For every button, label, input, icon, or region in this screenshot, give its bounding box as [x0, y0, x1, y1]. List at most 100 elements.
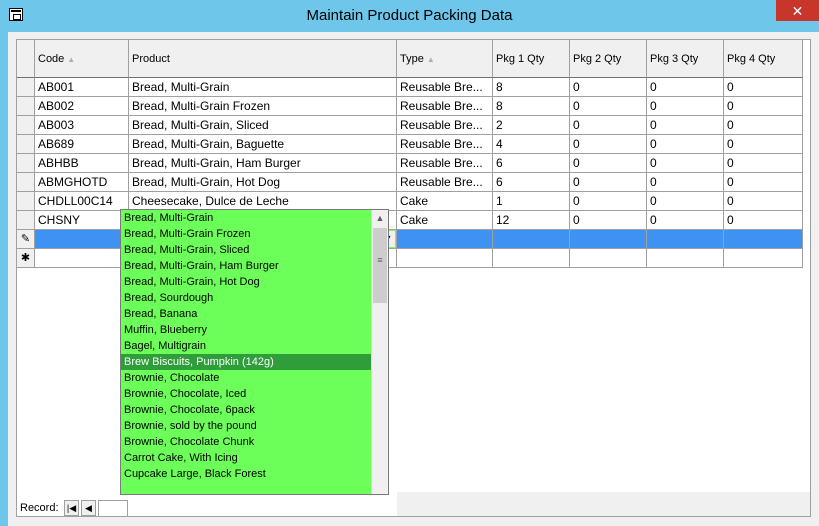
column-header-pkg1[interactable]: Pkg 1 Qty [493, 40, 570, 78]
cell-pkg4[interactable]: 0 [724, 154, 803, 173]
column-header-pkg2[interactable]: Pkg 2 Qty [570, 40, 647, 78]
cell-product[interactable]: Bread, Multi-Grain [129, 78, 397, 97]
row-selector[interactable] [17, 97, 35, 116]
row-selector[interactable] [17, 154, 35, 173]
cell-code[interactable]: AB001 [35, 78, 129, 97]
cell-pkg2[interactable] [570, 230, 647, 249]
cell-pkg1[interactable]: 1 [493, 192, 570, 211]
dropdown-scrollbar[interactable]: ▲ ≡ [371, 210, 388, 494]
dropdown-option[interactable]: Bread, Multi-Grain, Ham Burger [121, 258, 372, 274]
cell-pkg1[interactable]: 4 [493, 135, 570, 154]
table-row[interactable]: ABMGHOTD Bread, Multi-Grain, Hot Dog Reusa… [17, 173, 803, 192]
column-header-pkg4[interactable]: Pkg 4 Qty [724, 40, 803, 78]
close-button[interactable]: ✕ [776, 0, 819, 21]
cell-type[interactable] [397, 249, 493, 268]
dropdown-option[interactable]: Bread, Multi-Grain, Sliced [121, 242, 372, 258]
cell-pkg2[interactable]: 0 [570, 135, 647, 154]
dropdown-option[interactable]: Cupcake Large, Black Forest [121, 466, 372, 482]
cell-pkg4[interactable]: 0 [724, 211, 803, 230]
row-selector[interactable] [17, 211, 35, 230]
dropdown-option[interactable]: Bread, Multi-Grain Frozen [121, 226, 372, 242]
scroll-up-icon[interactable]: ▲ [372, 210, 388, 227]
cell-code[interactable]: ABHBB [35, 154, 129, 173]
dropdown-option[interactable]: Bread, Banana [121, 306, 372, 322]
cell-pkg4[interactable]: 0 [724, 192, 803, 211]
first-record-button[interactable]: |◀ [64, 500, 79, 516]
record-number-field[interactable] [98, 500, 128, 517]
cell-pkg3[interactable] [647, 230, 724, 249]
cell-pkg4[interactable]: 0 [724, 78, 803, 97]
cell-pkg1[interactable] [493, 249, 570, 268]
cell-pkg2[interactable]: 0 [570, 211, 647, 230]
cell-pkg4[interactable]: 0 [724, 173, 803, 192]
previous-record-button[interactable]: ◀ [81, 500, 96, 516]
row-selector[interactable]: ✎ [17, 230, 35, 249]
dropdown-option[interactable]: Bread, Multi-Grain [121, 210, 372, 226]
cell-code[interactable]: AB689 [35, 135, 129, 154]
cell-pkg1[interactable]: 8 [493, 97, 570, 116]
dropdown-option[interactable]: Carrot Cake, With Icing [121, 450, 372, 466]
cell-type[interactable]: Reusable Bre... [397, 154, 493, 173]
row-selector[interactable] [17, 78, 35, 97]
cell-type[interactable]: Reusable Bre... [397, 97, 493, 116]
cell-pkg1[interactable]: 12 [493, 211, 570, 230]
cell-code[interactable]: AB002 [35, 97, 129, 116]
dropdown-option[interactable]: Brownie, Chocolate, Iced [121, 386, 372, 402]
dropdown-option[interactable]: Bread, Multi-Grain, Hot Dog [121, 274, 372, 290]
cell-code[interactable] [35, 230, 129, 249]
cell-pkg2[interactable]: 0 [570, 97, 647, 116]
cell-pkg4[interactable] [724, 249, 803, 268]
cell-type[interactable] [397, 230, 493, 249]
cell-pkg4[interactable]: 0 [724, 97, 803, 116]
cell-pkg3[interactable]: 0 [647, 173, 724, 192]
cell-pkg1[interactable]: 8 [493, 78, 570, 97]
cell-pkg1[interactable]: 6 [493, 154, 570, 173]
row-selector[interactable] [17, 135, 35, 154]
dropdown-option[interactable]: Bread, Sourdough [121, 290, 372, 306]
row-selector[interactable] [17, 192, 35, 211]
cell-pkg1[interactable] [493, 230, 570, 249]
cell-pkg3[interactable]: 0 [647, 211, 724, 230]
cell-product[interactable]: Bread, Multi-Grain, Hot Dog [129, 173, 397, 192]
dropdown-option[interactable]: Brownie, Chocolate Chunk [121, 434, 372, 450]
cell-pkg3[interactable]: 0 [647, 97, 724, 116]
table-row[interactable]: AB002 Bread, Multi-Grain Frozen Reusable B… [17, 97, 803, 116]
cell-code[interactable]: ABMGHOTD [35, 173, 129, 192]
cell-pkg3[interactable] [647, 249, 724, 268]
cell-product[interactable]: Bread, Multi-Grain Frozen [129, 97, 397, 116]
cell-code[interactable]: AB003 [35, 116, 129, 135]
cell-pkg3[interactable]: 0 [647, 192, 724, 211]
table-row[interactable]: ABHBB Bread, Multi-Grain, Ham Burger Reusa… [17, 154, 803, 173]
cell-pkg1[interactable]: 6 [493, 173, 570, 192]
column-header-pkg3[interactable]: Pkg 3 Qty [647, 40, 724, 78]
cell-pkg3[interactable]: 0 [647, 154, 724, 173]
cell-pkg2[interactable]: 0 [570, 116, 647, 135]
table-row[interactable]: AB003 Bread, Multi-Grain, Sliced Reusable … [17, 116, 803, 135]
cell-pkg4[interactable]: 0 [724, 135, 803, 154]
cell-type[interactable]: Cake [397, 211, 493, 230]
cell-product[interactable]: Bread, Multi-Grain, Ham Burger [129, 154, 397, 173]
row-selector[interactable]: ✱ [17, 249, 35, 268]
cell-type[interactable]: Cake [397, 192, 493, 211]
row-selector-header[interactable] [17, 40, 35, 78]
cell-pkg2[interactable]: 0 [570, 78, 647, 97]
cell-pkg4[interactable] [724, 230, 803, 249]
cell-pkg1[interactable]: 2 [493, 116, 570, 135]
dropdown-option[interactable]: Muffin, Blueberry [121, 322, 372, 338]
scroll-thumb[interactable]: ≡ [373, 228, 387, 303]
cell-code[interactable]: CHDLL00C14 [35, 192, 129, 211]
row-selector[interactable] [17, 116, 35, 135]
cell-code[interactable]: CHSNY [35, 211, 129, 230]
cell-type[interactable]: Reusable Bre... [397, 173, 493, 192]
cell-type[interactable]: Reusable Bre... [397, 135, 493, 154]
column-header-code[interactable]: Code ▲ [35, 40, 129, 78]
product-dropdown-list[interactable]: Bread, Multi-Grain Bread, Multi-Grain Fro… [120, 209, 389, 495]
cell-pkg2[interactable] [570, 249, 647, 268]
cell-pkg3[interactable]: 0 [647, 116, 724, 135]
table-row[interactable]: AB001 Bread, Multi-Grain Reusable Bre... 8 0… [17, 78, 803, 97]
dropdown-option[interactable]: Brownie, Chocolate, 6pack [121, 402, 372, 418]
cell-pkg4[interactable]: 0 [724, 116, 803, 135]
cell-code[interactable] [35, 249, 129, 268]
cell-product[interactable]: Bread, Multi-Grain, Baguette [129, 135, 397, 154]
column-header-product[interactable]: Product [129, 40, 397, 78]
